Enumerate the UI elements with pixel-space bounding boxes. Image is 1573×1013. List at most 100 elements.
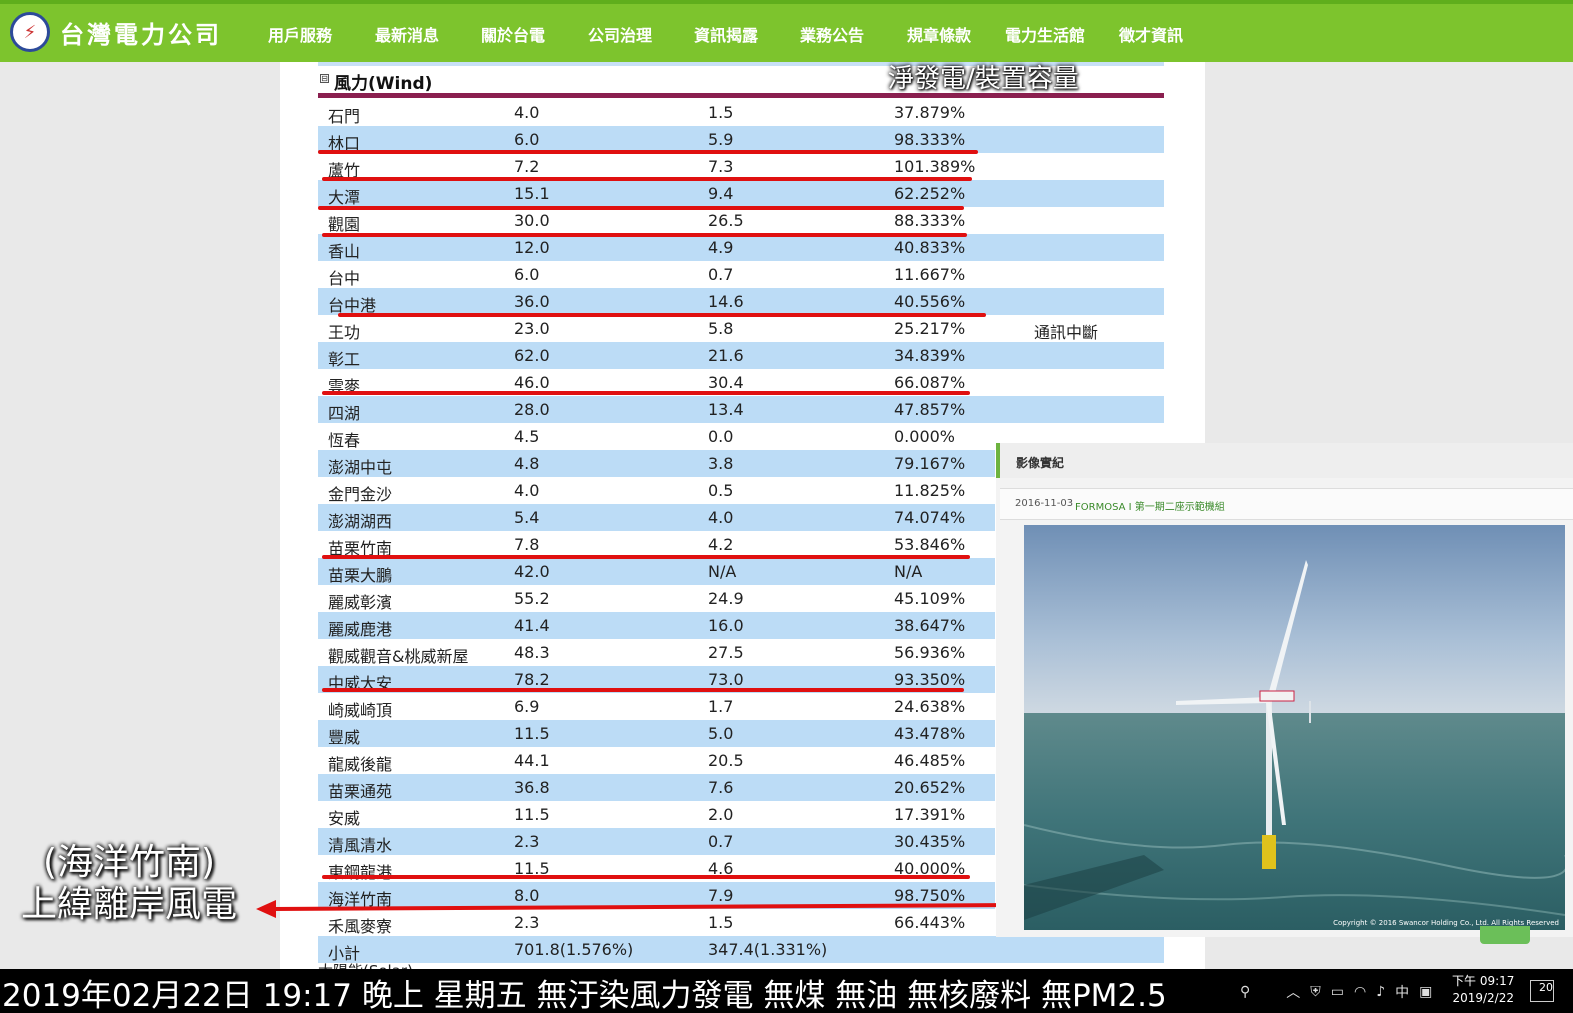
net-generation: 24.9 xyxy=(708,589,744,608)
nav-item[interactable]: 資訊揭露 xyxy=(694,22,800,46)
red-underline-annotation xyxy=(322,233,967,237)
taskbar-clock[interactable]: 下午 09:17 2019/2/22 xyxy=(1452,973,1514,1007)
installed-capacity: 30.0 xyxy=(514,211,550,230)
section-title: 風力(Wind) xyxy=(334,74,433,94)
station-name: 石門 xyxy=(328,107,361,126)
annotation-line-2: 上緯離岸風電 xyxy=(20,884,237,925)
installed-capacity: 12.0 xyxy=(514,238,550,257)
net-generation: 347.4(1.331%) xyxy=(708,940,828,959)
net-generation: 5.0 xyxy=(708,724,734,743)
nav-item[interactable]: 電力生活館 xyxy=(1005,22,1119,46)
installed-capacity: 4.5 xyxy=(514,427,540,446)
net-generation: 21.6 xyxy=(708,346,744,365)
generation-ratio: 0.000% xyxy=(894,427,956,446)
image-card-title: 影像實紀 xyxy=(1016,456,1065,470)
installed-capacity: 28.0 xyxy=(514,400,550,419)
station-name: 崎威崎頂 xyxy=(328,701,393,720)
net-generation: 2.0 xyxy=(708,805,734,824)
net-generation: 14.6 xyxy=(708,292,744,311)
net-generation: 0.0 xyxy=(708,427,734,446)
ime-indicator[interactable]: 中 xyxy=(1395,982,1409,1002)
installed-capacity: 2.3 xyxy=(514,832,540,851)
station-name: 澎湖湖西 xyxy=(328,512,393,531)
table-row: 崎威崎頂 6.9 1.7 24.638% xyxy=(318,693,995,720)
shield-icon[interactable]: ⛨ xyxy=(1310,984,1321,1000)
red-underline-annotation xyxy=(322,555,970,559)
installed-capacity: 46.0 xyxy=(514,373,550,392)
generation-ratio: N/A xyxy=(894,562,923,581)
net-generation: 16.0 xyxy=(708,616,744,635)
table-row: 觀園 30.0 26.5 88.333% xyxy=(318,207,1164,234)
left-annotation: (海洋竹南) 上緯離岸風電 xyxy=(4,842,254,926)
wifi-icon[interactable]: ◠ xyxy=(1354,984,1366,1000)
nav-item[interactable]: 徵才資訊 xyxy=(1119,22,1219,46)
volume-icon[interactable]: ♪ xyxy=(1376,984,1385,1000)
installed-capacity: 6.9 xyxy=(514,697,540,716)
offshore-wind-turbine-photo[interactable]: Copyright © 2016 Swancor Holding Co., Lt… xyxy=(1024,525,1565,930)
net-generation: 0.7 xyxy=(708,265,734,284)
generation-ratio: 11.825% xyxy=(894,481,966,500)
generation-ratio: 37.879% xyxy=(894,103,966,122)
net-generation: 5.9 xyxy=(708,130,734,149)
station-name: 龍威後龍 xyxy=(328,755,393,774)
image-caption-link[interactable]: FORMOSA I 第一期二座示範機組 xyxy=(1075,498,1225,513)
generation-ratio: 98.333% xyxy=(894,130,966,149)
red-underline-annotation xyxy=(322,688,964,692)
generation-ratio: 53.846% xyxy=(894,535,966,554)
station-name: 四湖 xyxy=(328,404,361,423)
installed-capacity: 44.1 xyxy=(514,751,550,770)
battery-icon[interactable]: ▭ xyxy=(1331,984,1344,1000)
net-generation: 1.7 xyxy=(708,697,734,716)
red-underline-annotation xyxy=(322,391,970,395)
station-name: 金門金沙 xyxy=(328,485,393,504)
table-row: 台中 6.0 0.7 11.667% xyxy=(318,261,1164,288)
installed-capacity: 4.8 xyxy=(514,454,540,473)
installed-capacity: 701.8(1.576%) xyxy=(514,940,634,959)
net-generation: 0.5 xyxy=(708,481,734,500)
installed-capacity: 78.2 xyxy=(514,670,550,689)
generation-ratio: 24.638% xyxy=(894,697,966,716)
station-name: 王功 xyxy=(328,323,361,342)
station-name: 苗栗大鵬 xyxy=(328,566,393,585)
back-to-top-button[interactable] xyxy=(1480,926,1530,944)
nav-item[interactable]: 公司治理 xyxy=(588,22,694,46)
table-row: 苗栗竹南 7.8 4.2 53.846% xyxy=(318,531,995,558)
net-generation: 30.4 xyxy=(708,373,744,392)
installed-capacity: 15.1 xyxy=(514,184,550,203)
installed-capacity: 48.3 xyxy=(514,643,550,662)
system-tray: ⚲ ︿ ⛨ ▭ ◠ ♪ 中 ▣ xyxy=(1240,974,1442,1010)
net-generation: 0.7 xyxy=(708,832,734,851)
nav-item[interactable]: 最新消息 xyxy=(375,22,481,46)
collapse-toggle-icon[interactable]: ⊟ xyxy=(320,74,329,83)
clock-time: 下午 09:17 xyxy=(1452,974,1515,988)
generation-ratio: 20.652% xyxy=(894,778,966,797)
generation-ratio: 46.485% xyxy=(894,751,966,770)
generation-ratio: 56.936% xyxy=(894,643,966,662)
person-icon[interactable]: ⚲ xyxy=(1240,984,1250,1000)
table-row: 龍威後龍 44.1 20.5 46.485% xyxy=(318,747,995,774)
generation-ratio: 47.857% xyxy=(894,400,966,419)
table-row: 麗威鹿港 41.4 16.0 38.647% xyxy=(318,612,995,639)
table-row: 香山 12.0 4.9 40.833% xyxy=(318,234,1164,261)
generation-ratio: 79.167% xyxy=(894,454,966,473)
notification-center-button[interactable]: 20 xyxy=(1530,980,1554,1002)
nav-item[interactable]: 規章條款 xyxy=(907,22,1005,46)
generation-ratio: 25.217% xyxy=(894,319,966,338)
overlay-caption: 淨發電/裝置容量 xyxy=(888,64,1079,94)
station-name: 清風清水 xyxy=(328,836,393,855)
generation-ratio: 40.556% xyxy=(894,292,966,311)
chevron-up-icon[interactable]: ︿ xyxy=(1286,982,1300,1002)
table-row: 彰工 62.0 21.6 34.839% xyxy=(318,342,1164,369)
nav-item[interactable]: 關於台電 xyxy=(481,22,588,46)
nav-item[interactable]: 用戶服務 xyxy=(268,22,375,46)
station-name: 澎湖中屯 xyxy=(328,458,393,477)
net-generation: 73.0 xyxy=(708,670,744,689)
screenshot-stage: ⚡ 台灣電力公司 用戶服務 最新消息 關於台電 公司治理 資訊揭露 業務公告 規章條款 電力生… xyxy=(0,0,1573,1013)
installed-capacity: 36.8 xyxy=(514,778,550,797)
generation-ratio: 30.435% xyxy=(894,832,966,851)
installed-capacity: 41.4 xyxy=(514,616,550,635)
keyboard-icon[interactable]: ▣ xyxy=(1419,984,1432,1000)
nav-item[interactable]: 業務公告 xyxy=(800,22,907,46)
generation-ratio: 38.647% xyxy=(894,616,966,635)
site-logo[interactable]: ⚡ 台灣電力公司 xyxy=(10,12,222,52)
